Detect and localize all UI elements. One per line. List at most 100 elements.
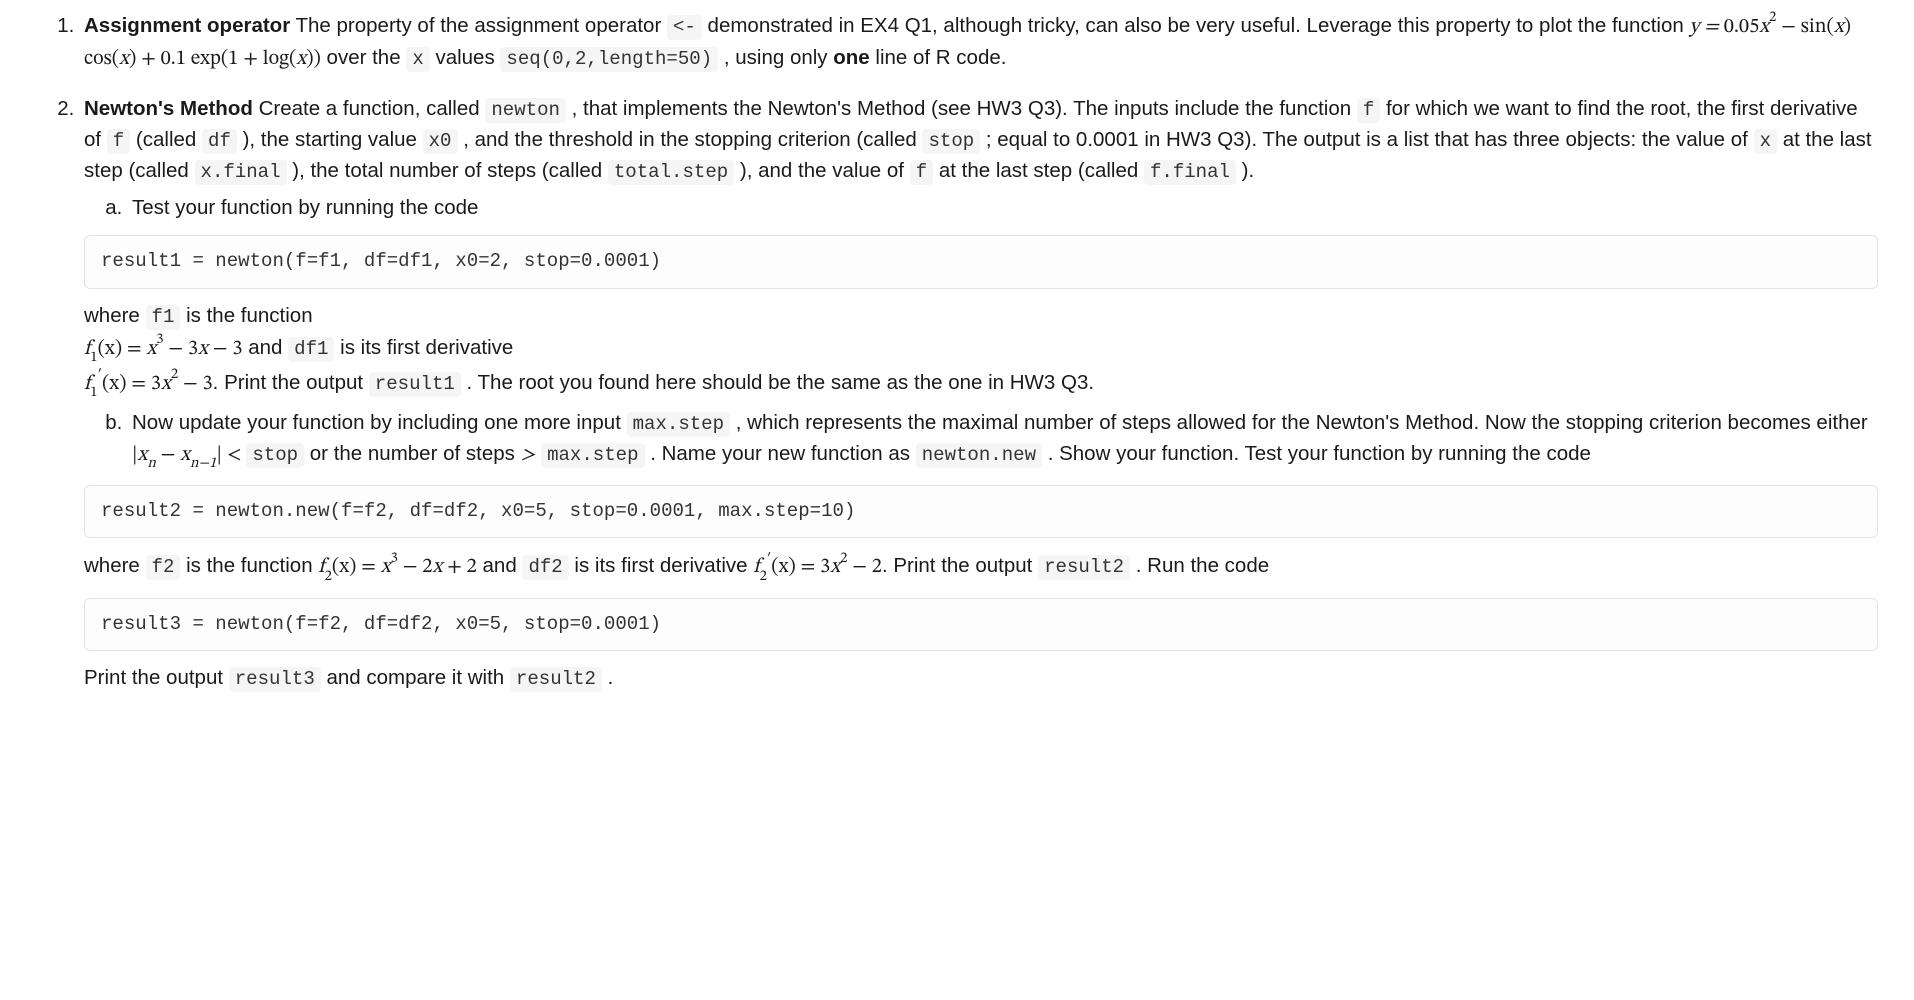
stopping-criterion: |xn − xn−1| <: [132, 444, 246, 465]
document-page: Assignment operator The property of the …: [0, 0, 1914, 744]
q2b-intro-b: , which represents the maximal number of…: [730, 411, 1868, 434]
f1-x: x: [146, 338, 156, 359]
code-f1: f1: [146, 305, 181, 330]
q2-p1-l: ).: [1236, 159, 1254, 182]
stop-minus: −: [156, 444, 180, 465]
f2-sub2: 2: [325, 569, 332, 584]
q2-p1-g: ; equal to 0.0001 in HW3 Q3). The output…: [980, 128, 1753, 151]
problem-2: Newton's Method Create a function, calle…: [80, 94, 1878, 694]
q2a-print-b: . The root you found here should be the …: [461, 371, 1094, 394]
q2b-where-a: where: [84, 554, 146, 577]
f2-p2: + 2: [442, 556, 477, 577]
q1-text-c: over the: [321, 46, 406, 69]
eq-sq: 2: [1769, 10, 1776, 25]
q1-title: Assignment operator: [84, 14, 290, 37]
q1-text-f: line of R code.: [870, 46, 1007, 69]
f1-ofx: (x) =: [98, 338, 147, 359]
f1prime-definition: f1′(x) = 3x2 − 3: [84, 373, 213, 394]
q2-p1-j: ), and the value of: [734, 159, 910, 182]
code-stop: stop: [922, 129, 980, 154]
q2a-and: and: [243, 336, 289, 359]
q2-part-b: Now update your function by including on…: [128, 408, 1878, 473]
q2b-where-c: is its first derivative: [569, 554, 754, 577]
code-f-2: f: [107, 129, 130, 154]
q2a-and-2: and: [477, 554, 523, 577]
code-df1: df1: [288, 337, 334, 362]
f2p-f: f: [753, 556, 759, 577]
q2-sublist-b: Now update your function by including on…: [84, 408, 1878, 473]
code-f: f: [1357, 98, 1380, 123]
f1p-ofx: (x) = 3: [102, 373, 161, 394]
eq-x: x: [1759, 16, 1769, 37]
subnm1: n−1: [190, 456, 216, 471]
q1-text-b: demonstrated in EX4 Q1, although tricky,…: [702, 14, 1690, 37]
eq-minus-sin: − sin(: [1776, 16, 1833, 37]
codeblock-result2: result2 = newton.new(f=f2, df=df2, x0=5,…: [84, 485, 1878, 539]
code-newtonnew: newton.new: [916, 443, 1042, 468]
q1-text-e: , using only: [718, 46, 833, 69]
f2-ofx: (x) =: [332, 556, 381, 577]
q2-part-a: Test your function by running the code: [128, 193, 1878, 224]
q1-one: one: [833, 46, 869, 69]
final-b: and compare it with: [321, 666, 510, 689]
code-seq: seq(0,2,length=50): [500, 47, 718, 72]
q2a-body: where f1 is the function f1(x) = x3 − 3x…: [84, 301, 1878, 402]
q2b-intro-a: Now update your function by including on…: [132, 411, 627, 434]
f1p-prime: ′: [98, 367, 102, 382]
q2-p1-k: at the last step (called: [933, 159, 1144, 182]
code-assign-op: <-: [667, 15, 702, 40]
f2-cube: 3: [391, 551, 398, 566]
q2-p1-b: , that implements the Newton's Method (s…: [566, 97, 1357, 120]
code-maxstep-2: max.step: [541, 443, 644, 468]
f1-m3x-a: − 3: [164, 338, 199, 359]
code-x0: x0: [423, 129, 458, 154]
code-stop-2: stop: [246, 443, 304, 468]
gt-sign: >: [521, 444, 536, 465]
f2p-prime: ′: [767, 551, 771, 566]
code-f-3: f: [910, 160, 933, 185]
final-a: Print the output: [84, 666, 229, 689]
eq-exp: ) + 0.1 exp(1 + log(: [129, 48, 296, 69]
code-result1: result1: [369, 372, 461, 397]
eq-x2: x: [1834, 16, 1844, 37]
f2p-x: x: [830, 556, 840, 577]
code-x: x: [406, 47, 429, 72]
q2b-print-b: . Run the code: [1130, 554, 1269, 577]
code-newton: newton: [485, 98, 566, 123]
f1-sub1: 1: [90, 350, 97, 365]
f2prime-definition: f2′(x) = 3x2 − 2: [753, 556, 882, 577]
f2-m2x-a: − 2: [398, 556, 433, 577]
code-x-2: x: [1754, 129, 1777, 154]
q2b-intro-e: . Show your function. Test your function…: [1042, 442, 1591, 465]
eq-close: )): [306, 48, 321, 69]
q2-p1-i: ), the total number of steps (called: [287, 159, 608, 182]
q2a-intro: Test your function by running the code: [132, 196, 478, 219]
code-result3: result3: [229, 667, 321, 692]
code-result2-b: result2: [510, 667, 602, 692]
xnm1: x: [180, 444, 190, 465]
code-df2: df2: [522, 555, 568, 580]
q2-p1-e: ), the starting value: [237, 128, 423, 151]
code-xfinal: x.final: [195, 160, 287, 185]
f1-m3: − 3: [208, 338, 243, 359]
code-result2: result2: [1038, 555, 1130, 580]
code-maxstep: max.step: [627, 412, 730, 437]
eq-x4: x: [296, 48, 306, 69]
f2p-sub2: 2: [760, 569, 767, 584]
q2-final: Print the output result3 and compare it …: [84, 663, 1878, 694]
codeblock-result1: result1 = newton(f=f1, df=df1, x0=2, sto…: [84, 235, 1878, 289]
f2-x: x: [381, 556, 391, 577]
f2p-sq: 2: [840, 551, 847, 566]
f2p-m2: − 2: [847, 556, 882, 577]
q2b-where-b: is the function: [180, 554, 318, 577]
q2b-intro-d: . Name your new function as: [645, 442, 916, 465]
q2-sublist: Test your function by running the code: [84, 193, 1878, 224]
q2a-where-b: is the function: [180, 304, 312, 327]
code-f2: f2: [146, 555, 181, 580]
f1-definition: f1(x) = x3 − 3x − 3: [84, 338, 243, 359]
f1-m3x-b: x: [198, 338, 208, 359]
q2b-intro-c: or the number of steps: [304, 442, 521, 465]
abs-close-lt: | <: [216, 444, 246, 465]
eq-coef: 0.05: [1724, 16, 1759, 37]
f2-definition: f2(x) = x3 − 2x + 2: [318, 556, 477, 577]
